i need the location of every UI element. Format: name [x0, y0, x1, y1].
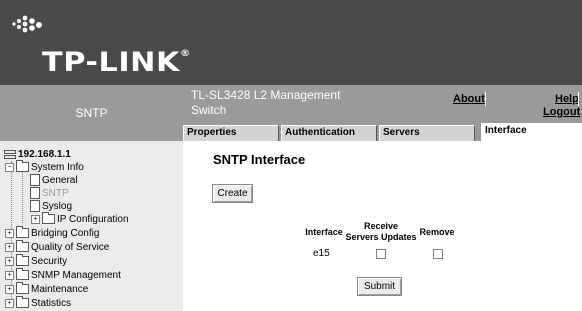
separator	[485, 92, 486, 106]
column-header-interface: Interface	[305, 227, 343, 237]
main-content: SNTP Interface Create Interface Receive …	[183, 141, 582, 311]
tree-item-sntp[interactable]: SNTP	[30, 187, 69, 199]
tree-item-statistics[interactable]: + Statistics	[5, 296, 71, 309]
expand-icon[interactable]: +	[5, 270, 14, 280]
tab-authentication[interactable]: Authentication	[281, 125, 377, 141]
folder-icon	[16, 282, 29, 294]
logout-link[interactable]: Logout	[543, 106, 580, 118]
page-icon	[30, 187, 40, 199]
section-title: SNTP	[0, 85, 183, 141]
folder-icon	[42, 212, 55, 224]
brand-logo: TP-LINK®	[42, 47, 191, 78]
collapse-icon[interactable]: −	[5, 162, 14, 172]
tree-item-general[interactable]: General	[30, 174, 78, 186]
tab-servers[interactable]: Servers	[379, 125, 475, 141]
submit-button[interactable]: Submit	[357, 277, 402, 296]
expand-icon[interactable]: +	[31, 214, 40, 224]
tree-item-system-info[interactable]: − System Info	[5, 160, 84, 173]
tp-link-logo-icon	[12, 15, 42, 33]
tree-item-quality-of-service[interactable]: + Quality of Service	[5, 240, 109, 253]
navigation-tree: 192.168.1.1 − System Info General SNTP S…	[0, 141, 183, 311]
column-header-receive-updates: Receive Servers Updates	[343, 221, 419, 243]
page-icon	[30, 174, 40, 186]
tree-item-syslog[interactable]: Syslog	[30, 200, 72, 212]
tab-bar: Properties Authentication Servers Interf…	[183, 123, 582, 141]
help-link[interactable]: Help	[555, 93, 579, 105]
computer-icon	[4, 150, 16, 159]
expand-icon[interactable]: +	[5, 228, 14, 238]
create-button[interactable]: Create	[212, 184, 253, 203]
device-title: TL-SL3428 L2 Management Switch	[191, 88, 341, 117]
interface-cell: e15	[313, 248, 330, 259]
folder-icon	[16, 254, 29, 266]
tree-root[interactable]: 192.168.1.1	[4, 148, 71, 160]
remove-checkbox[interactable]	[433, 249, 443, 259]
page-title: SNTP Interface	[213, 152, 306, 167]
folder-open-icon	[16, 160, 29, 172]
separator	[578, 92, 579, 106]
tree-item-maintenance[interactable]: + Maintenance	[5, 282, 88, 295]
column-header-text: Receive	[363, 221, 399, 231]
tab-properties[interactable]: Properties	[183, 125, 279, 141]
folder-icon	[16, 240, 29, 252]
folder-icon	[16, 268, 29, 280]
device-bar: TL-SL3428 L2 Management Switch About Hel…	[183, 85, 582, 123]
receive-updates-checkbox[interactable]	[376, 249, 386, 259]
expand-icon[interactable]: +	[5, 242, 14, 252]
folder-icon	[16, 296, 29, 308]
expand-icon[interactable]: +	[5, 256, 14, 266]
column-header-text: Servers Updates	[345, 232, 417, 242]
expand-icon[interactable]: +	[5, 298, 14, 308]
header-banner: TP-LINK®	[0, 0, 582, 85]
about-link[interactable]: About	[453, 93, 485, 105]
tree-item-ip-configuration[interactable]: + IP Configuration	[31, 212, 129, 225]
folder-icon	[16, 226, 29, 238]
tree-item-bridging-config[interactable]: + Bridging Config	[5, 226, 99, 239]
page-icon	[30, 200, 40, 212]
tree-connector	[22, 172, 23, 223]
expand-icon[interactable]: +	[5, 284, 14, 294]
column-header-remove: Remove	[419, 227, 455, 237]
tree-item-security[interactable]: + Security	[5, 254, 67, 267]
tab-interface[interactable]: Interface	[481, 123, 582, 141]
tree-item-snmp-management[interactable]: + SNMP Management	[5, 268, 121, 281]
